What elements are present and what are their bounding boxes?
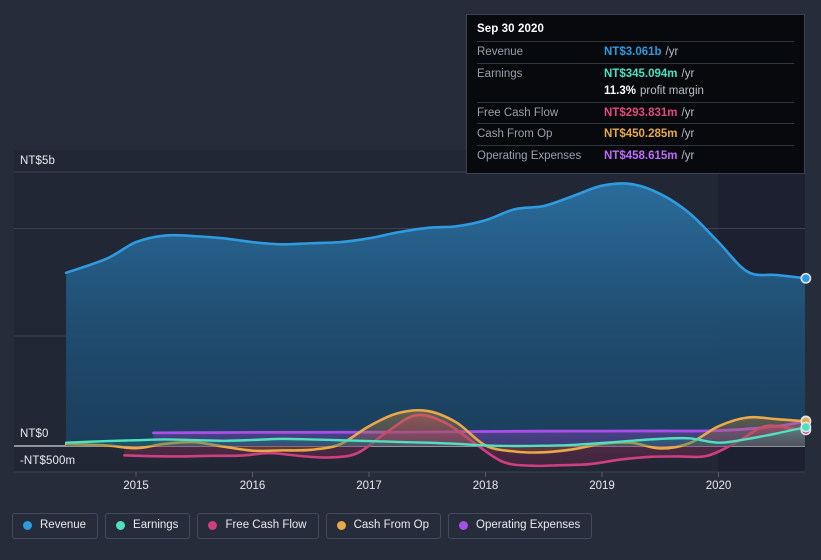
chart-tooltip: Sep 30 2020 Revenue NT$3.061b/yr Earnings N…	[466, 14, 805, 175]
legend-color-dot-icon	[459, 521, 469, 531]
tooltip-row-label: Free Cash Flow	[477, 106, 559, 119]
tooltip-row-unit: /yr	[681, 106, 695, 119]
tooltip-row-unit: profit margin	[639, 85, 704, 98]
legend-item-operating-expenses[interactable]: Operating Expenses	[448, 513, 593, 539]
legend-color-dot-icon	[23, 521, 32, 531]
tooltip-row-value: NT$450.285m	[604, 128, 678, 141]
tooltip-date: Sep 30 2020	[477, 23, 544, 35]
tooltip-row: Earnings NT$345.094m/yr	[477, 62, 794, 85]
legend-item-label: Free Cash Flow	[225, 519, 307, 531]
tooltip-row-value: NT$458.615m	[604, 149, 678, 162]
legend-item-earnings[interactable]: Earnings	[105, 513, 191, 539]
tooltip-row-unit: /yr	[665, 46, 679, 58]
legend-item-label: Earnings	[133, 519, 179, 531]
tooltip-row: Cash From Op NT$450.285m/yr	[477, 123, 794, 145]
tooltip-row: Revenue NT$3.061b/yr	[477, 41, 794, 63]
tooltip-row: Operating Expenses NT$458.615m/yr	[477, 144, 794, 167]
tooltip-row: 11.3% profit margin	[477, 84, 794, 102]
tooltip-row-value: NT$3.061b	[604, 46, 662, 58]
legend-item-label: Cash From Op	[353, 519, 430, 531]
x-axis-tick-2019: 2019	[589, 480, 615, 492]
tooltip-row-unit: /yr	[681, 128, 695, 141]
chart-legend[interactable]: Revenue Earnings Free Cash Flow Cash From O…	[12, 513, 593, 539]
tooltip-rows: Revenue NT$3.061b/yr Earnings NT$345.094m/y…	[477, 41, 794, 166]
x-axis-tick-2017: 2017	[356, 480, 382, 492]
y-axis-label-top: NT$5b	[20, 155, 56, 167]
tooltip-row-value: NT$345.094m	[604, 67, 678, 80]
x-axis-tick-2016: 2016	[239, 480, 266, 492]
x-axis-tick-2018: 2018	[472, 480, 499, 492]
tooltip-row: Free Cash Flow NT$293.831m/yr	[477, 101, 794, 124]
legend-color-dot-icon	[336, 521, 346, 531]
x-axis-tick-2020: 2020	[705, 480, 732, 492]
x-axis-tick-2015: 2015	[123, 480, 149, 492]
legend-color-dot-icon	[208, 521, 218, 531]
financial-chart-widget: NT$5b NT$0 -NT$500m 2015 2016 2017 2018 2019…	[0, 0, 821, 560]
tooltip-row-label: Operating Expenses	[477, 149, 582, 162]
tooltip-row-unit: /yr	[681, 67, 695, 80]
legend-item-revenue[interactable]: Revenue	[12, 513, 99, 539]
legend-color-dot-icon	[116, 521, 126, 531]
tooltip-row-value: 11.3%	[604, 85, 636, 98]
endpoint-marker-earnings	[800, 421, 812, 433]
tooltip-row-unit: /yr	[681, 149, 695, 162]
y-axis-label-negative: -NT$500m	[20, 455, 76, 467]
tooltip-row-label: Cash From Op	[477, 128, 553, 141]
y-axis-label-zero: NT$0	[20, 428, 49, 440]
legend-item-label: Operating Expenses	[476, 519, 581, 531]
tooltip-row-value: NT$293.831m	[604, 106, 678, 119]
endpoint-marker-revenue	[800, 272, 812, 284]
legend-item-cash-from-op[interactable]: Cash From Op	[325, 513, 442, 539]
tooltip-row-label: Earnings	[477, 67, 523, 80]
legend-item-label: Revenue	[40, 519, 87, 531]
legend-item-free-cash-flow[interactable]: Free Cash Flow	[197, 513, 319, 539]
tooltip-row-label: Revenue	[477, 46, 524, 58]
